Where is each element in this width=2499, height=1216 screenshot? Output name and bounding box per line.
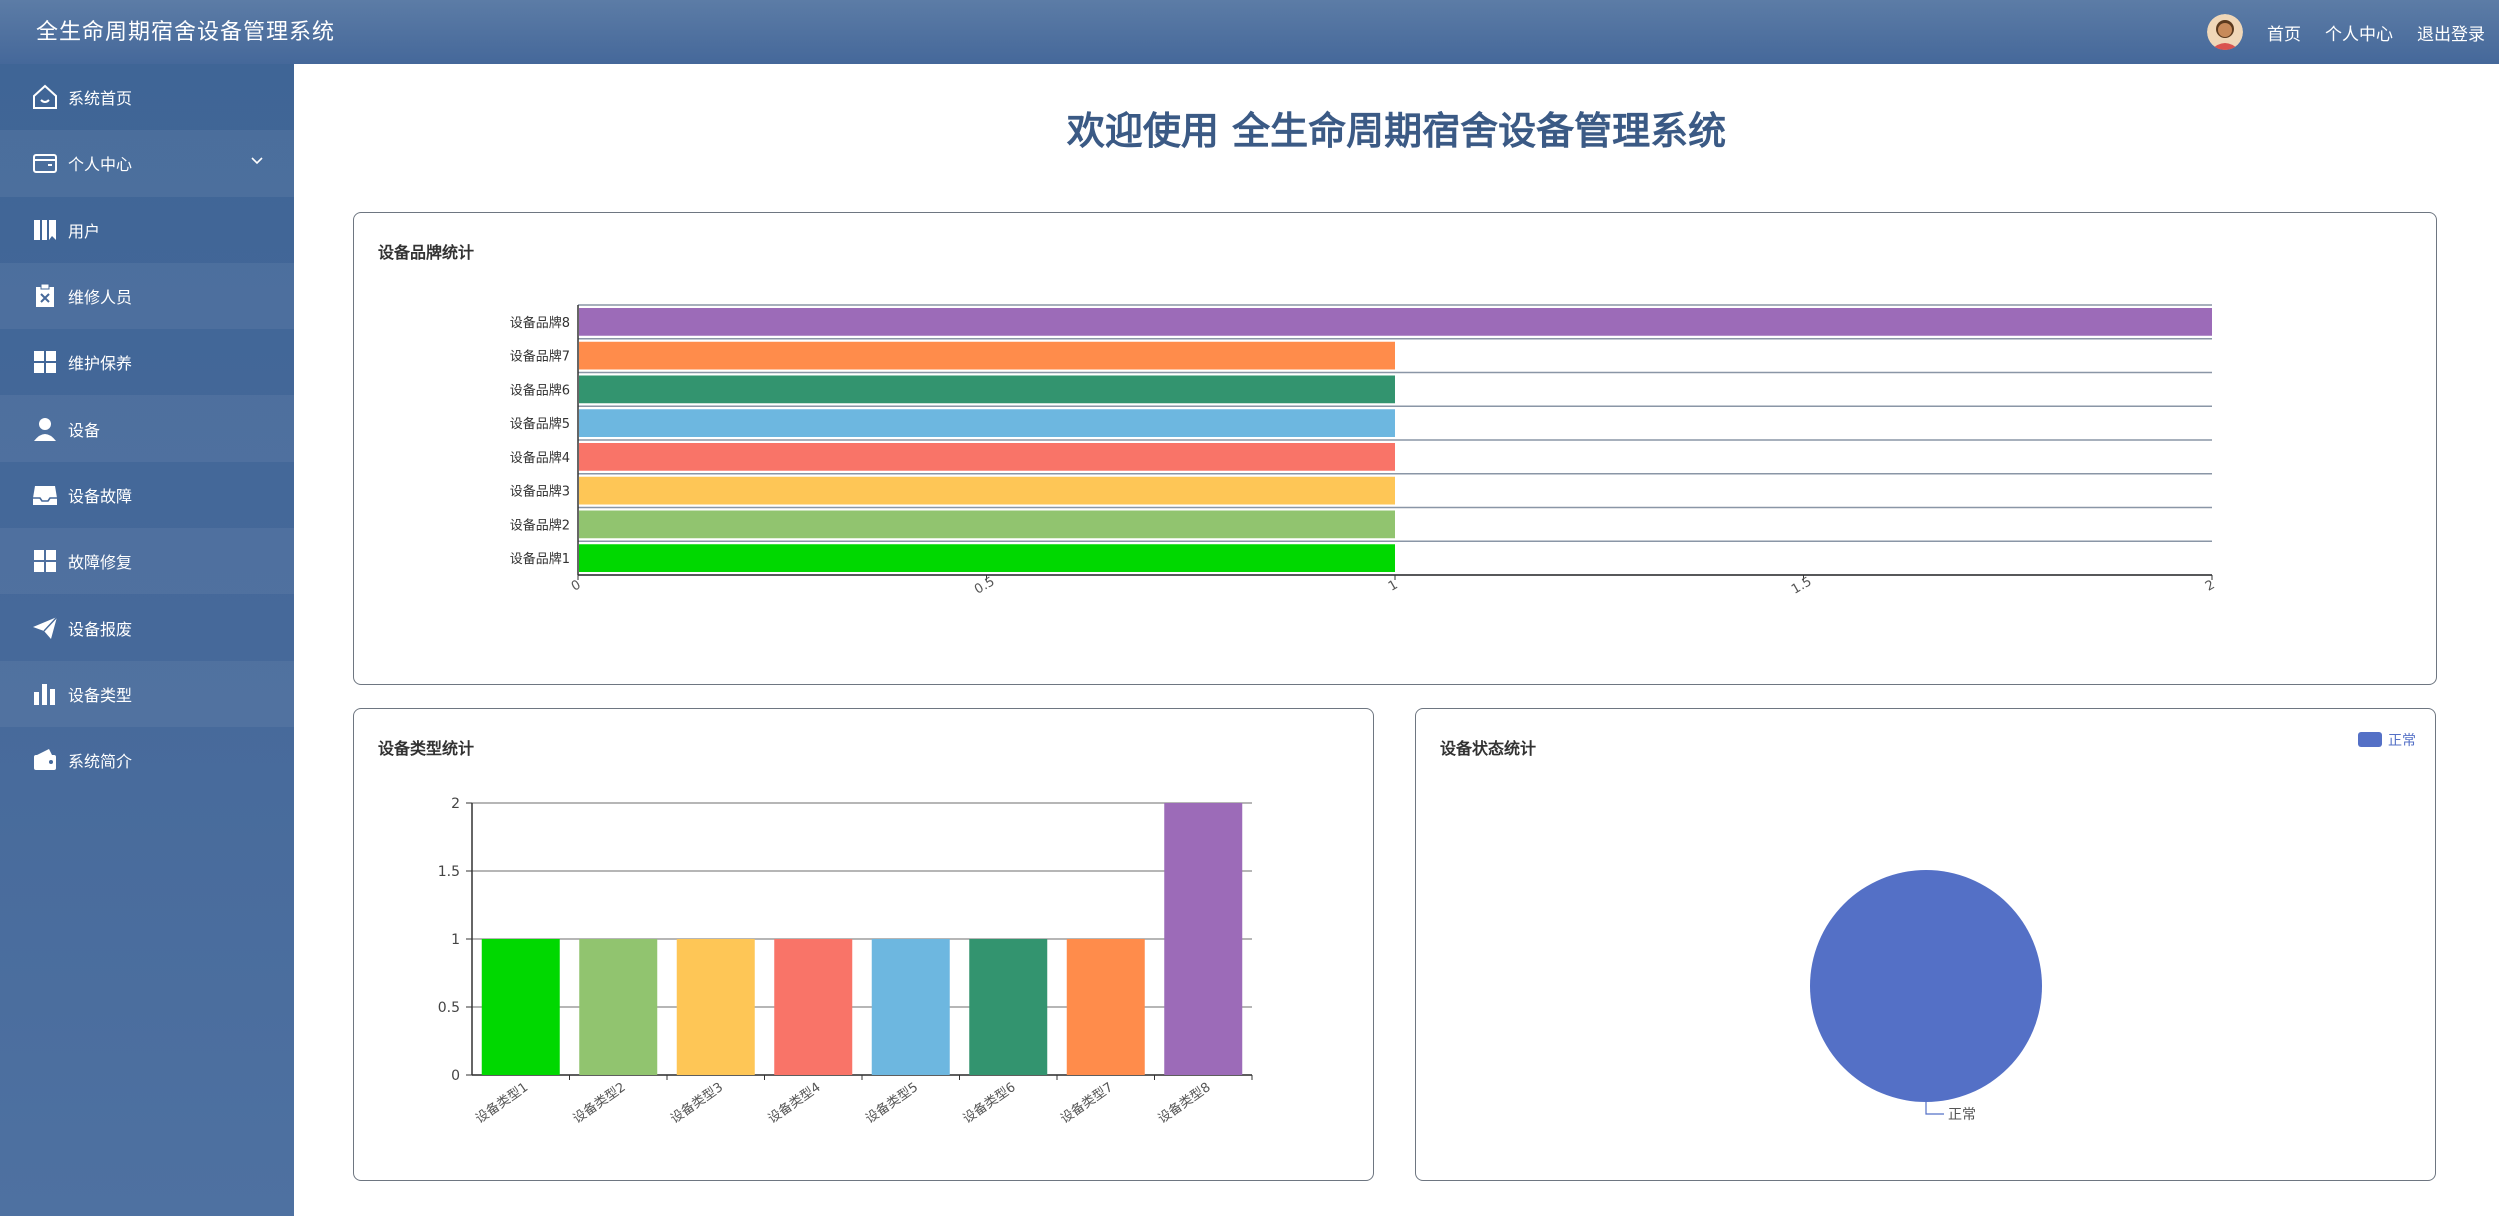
- x-tick-label: 1.5: [1789, 574, 1814, 597]
- bar: [1066, 939, 1145, 1075]
- chevron-down-icon: [250, 152, 264, 171]
- sidebar-item-label: 设备: [68, 420, 101, 440]
- x-tick-label: 设备类型1: [472, 1079, 531, 1127]
- sidebar-item-label: 维护保养: [68, 354, 133, 374]
- bar: [579, 409, 1395, 437]
- sidebar-item-label: 系统首页: [68, 89, 133, 109]
- y-tick-label: 设备品牌2: [510, 517, 570, 533]
- wallet-icon: [30, 745, 60, 775]
- bar: [579, 341, 1395, 370]
- sidebar-item-label: 系统简介: [68, 752, 133, 772]
- bar: [579, 544, 1395, 572]
- sidebar-item-faults[interactable]: 设备故障: [0, 462, 294, 528]
- page-title: 欢迎使用 全生命周期宿舍设备管理系统: [1066, 109, 1727, 153]
- type-bar-chart: 0 0.5 1 1.5 2 设备类型1 设备类型2 设备类型3 设备类型4 设备类型5 设备类型6 设…: [438, 796, 1253, 1127]
- sidebar-item-home[interactable]: 系统首页: [0, 64, 294, 130]
- y-tick-label: 设备品牌5: [510, 416, 570, 432]
- x-tick-label: 0.5: [972, 574, 997, 597]
- sidebar-item-fault-repair[interactable]: 故障修复: [0, 528, 294, 595]
- sidebar-item-profile[interactable]: 个人中心: [0, 130, 294, 197]
- bar: [481, 939, 560, 1075]
- top-nav: 首页 个人中心 退出登录: [2207, 14, 2485, 50]
- sidebar-item-devices[interactable]: 设备: [0, 395, 294, 462]
- legend-swatch: [2358, 732, 2382, 747]
- status-chart-panel: 设备状态统计 正常 正常: [1415, 708, 2436, 1181]
- pie-label-line: [1925, 1102, 1944, 1115]
- sidebar-item-label: 维修人员: [68, 288, 133, 308]
- bar: [579, 476, 1395, 505]
- x-tick-label: 2: [2203, 577, 2218, 594]
- y-tick-label: 0: [451, 1068, 460, 1084]
- sidebar-item-label: 设备故障: [68, 486, 133, 506]
- sidebar-item-scrap[interactable]: 设备报废: [0, 594, 294, 660]
- sidebar-item-label: 故障修复: [68, 553, 133, 573]
- y-tick-label: 设备品牌8: [510, 315, 570, 331]
- brand-bar-chart: 设备品牌1 设备品牌2 设备品牌3 设备品牌4 设备品牌5 设备品牌6 设备品牌7 设备品牌8…: [510, 304, 2218, 598]
- x-tick-label: 0: [569, 577, 584, 594]
- y-tick-label: 设备品牌1: [510, 551, 570, 567]
- bar: [871, 939, 950, 1075]
- bar: [579, 375, 1395, 404]
- status-pie-chart: 正常正常: [1810, 732, 2416, 1123]
- x-tick-label: 设备类型2: [570, 1079, 629, 1127]
- legend-label: 正常: [2388, 733, 2416, 749]
- type-chart-panel: 设备类型统计 0 0.5 1 1.5 2 设备类型1 设备类型2 设备类型3 设备类型4 设备类型…: [353, 708, 1374, 1181]
- sidebar: 系统首页 个人中心 用户 维修人员 维护保养 设备 设备故障 故障修复 设备报废…: [0, 64, 294, 1216]
- app-title: 全生命周期宿舍设备管理系统: [36, 20, 336, 45]
- bar-chart-icon: [30, 679, 60, 709]
- y-tick-label: 设备品牌6: [510, 382, 570, 398]
- clipboard-icon: [30, 281, 60, 311]
- bar: [579, 443, 1395, 471]
- x-tick-label: 设备类型7: [1057, 1079, 1116, 1127]
- bar: [579, 510, 1395, 539]
- x-tick-label: 设备类型8: [1155, 1079, 1214, 1127]
- x-tick-label: 设备类型3: [667, 1079, 726, 1127]
- pie-slice: [1810, 870, 2042, 1102]
- x-tick-label: 1: [1386, 577, 1401, 594]
- bar: [774, 939, 853, 1075]
- home-icon: [30, 82, 60, 112]
- brand-chart-panel: 设备品牌统计 设备品牌1 设备品牌2 设备品牌3 设备品牌4 设备品牌5 设备品牌6 设备品…: [353, 212, 2437, 685]
- main-content: 欢迎使用 全生命周期宿舍设备管理系统 设备品牌统计 设备品牌1 设备品牌2 设备品牌…: [294, 64, 2499, 1216]
- sidebar-item-about[interactable]: 系统简介: [0, 727, 294, 793]
- sidebar-item-label: 个人中心: [68, 155, 133, 175]
- bar: [969, 939, 1048, 1075]
- sidebar-item-users[interactable]: 用户: [0, 197, 294, 263]
- bar: [579, 308, 2212, 336]
- inbox-icon: [30, 480, 60, 510]
- bar: [676, 939, 755, 1075]
- pie-label: 正常: [1948, 1107, 1976, 1123]
- send-icon: [30, 613, 60, 643]
- sidebar-item-label: 用户: [68, 221, 101, 241]
- grid-icon: [30, 347, 60, 377]
- avatar[interactable]: [2207, 14, 2243, 50]
- wallet-icon: [30, 148, 60, 178]
- sidebar-item-maintenance[interactable]: 维护保养: [0, 329, 294, 395]
- sidebar-item-label: 设备类型: [68, 685, 133, 705]
- sidebar-item-label: 设备报废: [68, 619, 133, 639]
- x-tick-label: 设备类型4: [765, 1079, 824, 1127]
- y-tick-label: 设备品牌3: [510, 484, 570, 500]
- profile-link[interactable]: 个人中心: [2325, 20, 2393, 45]
- y-tick-label: 1.5: [438, 864, 460, 880]
- y-tick-label: 设备品牌7: [510, 349, 570, 365]
- y-tick-label: 设备品牌4: [510, 450, 570, 466]
- bar: [1164, 803, 1243, 1075]
- y-tick-label: 0.5: [438, 1000, 460, 1016]
- person-icon: [30, 414, 60, 444]
- sidebar-item-repair-staff[interactable]: 维修人员: [0, 262, 294, 330]
- top-bar: 全生命周期宿舍设备管理系统 首页 个人中心 退出登录: [0, 0, 2499, 64]
- grid-icon: [30, 546, 60, 576]
- logout-link[interactable]: 退出登录: [2417, 20, 2485, 45]
- x-tick-label: 设备类型5: [862, 1079, 921, 1127]
- bar: [579, 939, 658, 1075]
- book-icon: [30, 215, 60, 245]
- home-link[interactable]: 首页: [2267, 20, 2301, 45]
- y-tick-label: 1: [451, 932, 460, 948]
- sidebar-item-device-types[interactable]: 设备类型: [0, 660, 294, 727]
- x-tick-label: 设备类型6: [960, 1079, 1019, 1127]
- y-tick-label: 2: [451, 796, 460, 812]
